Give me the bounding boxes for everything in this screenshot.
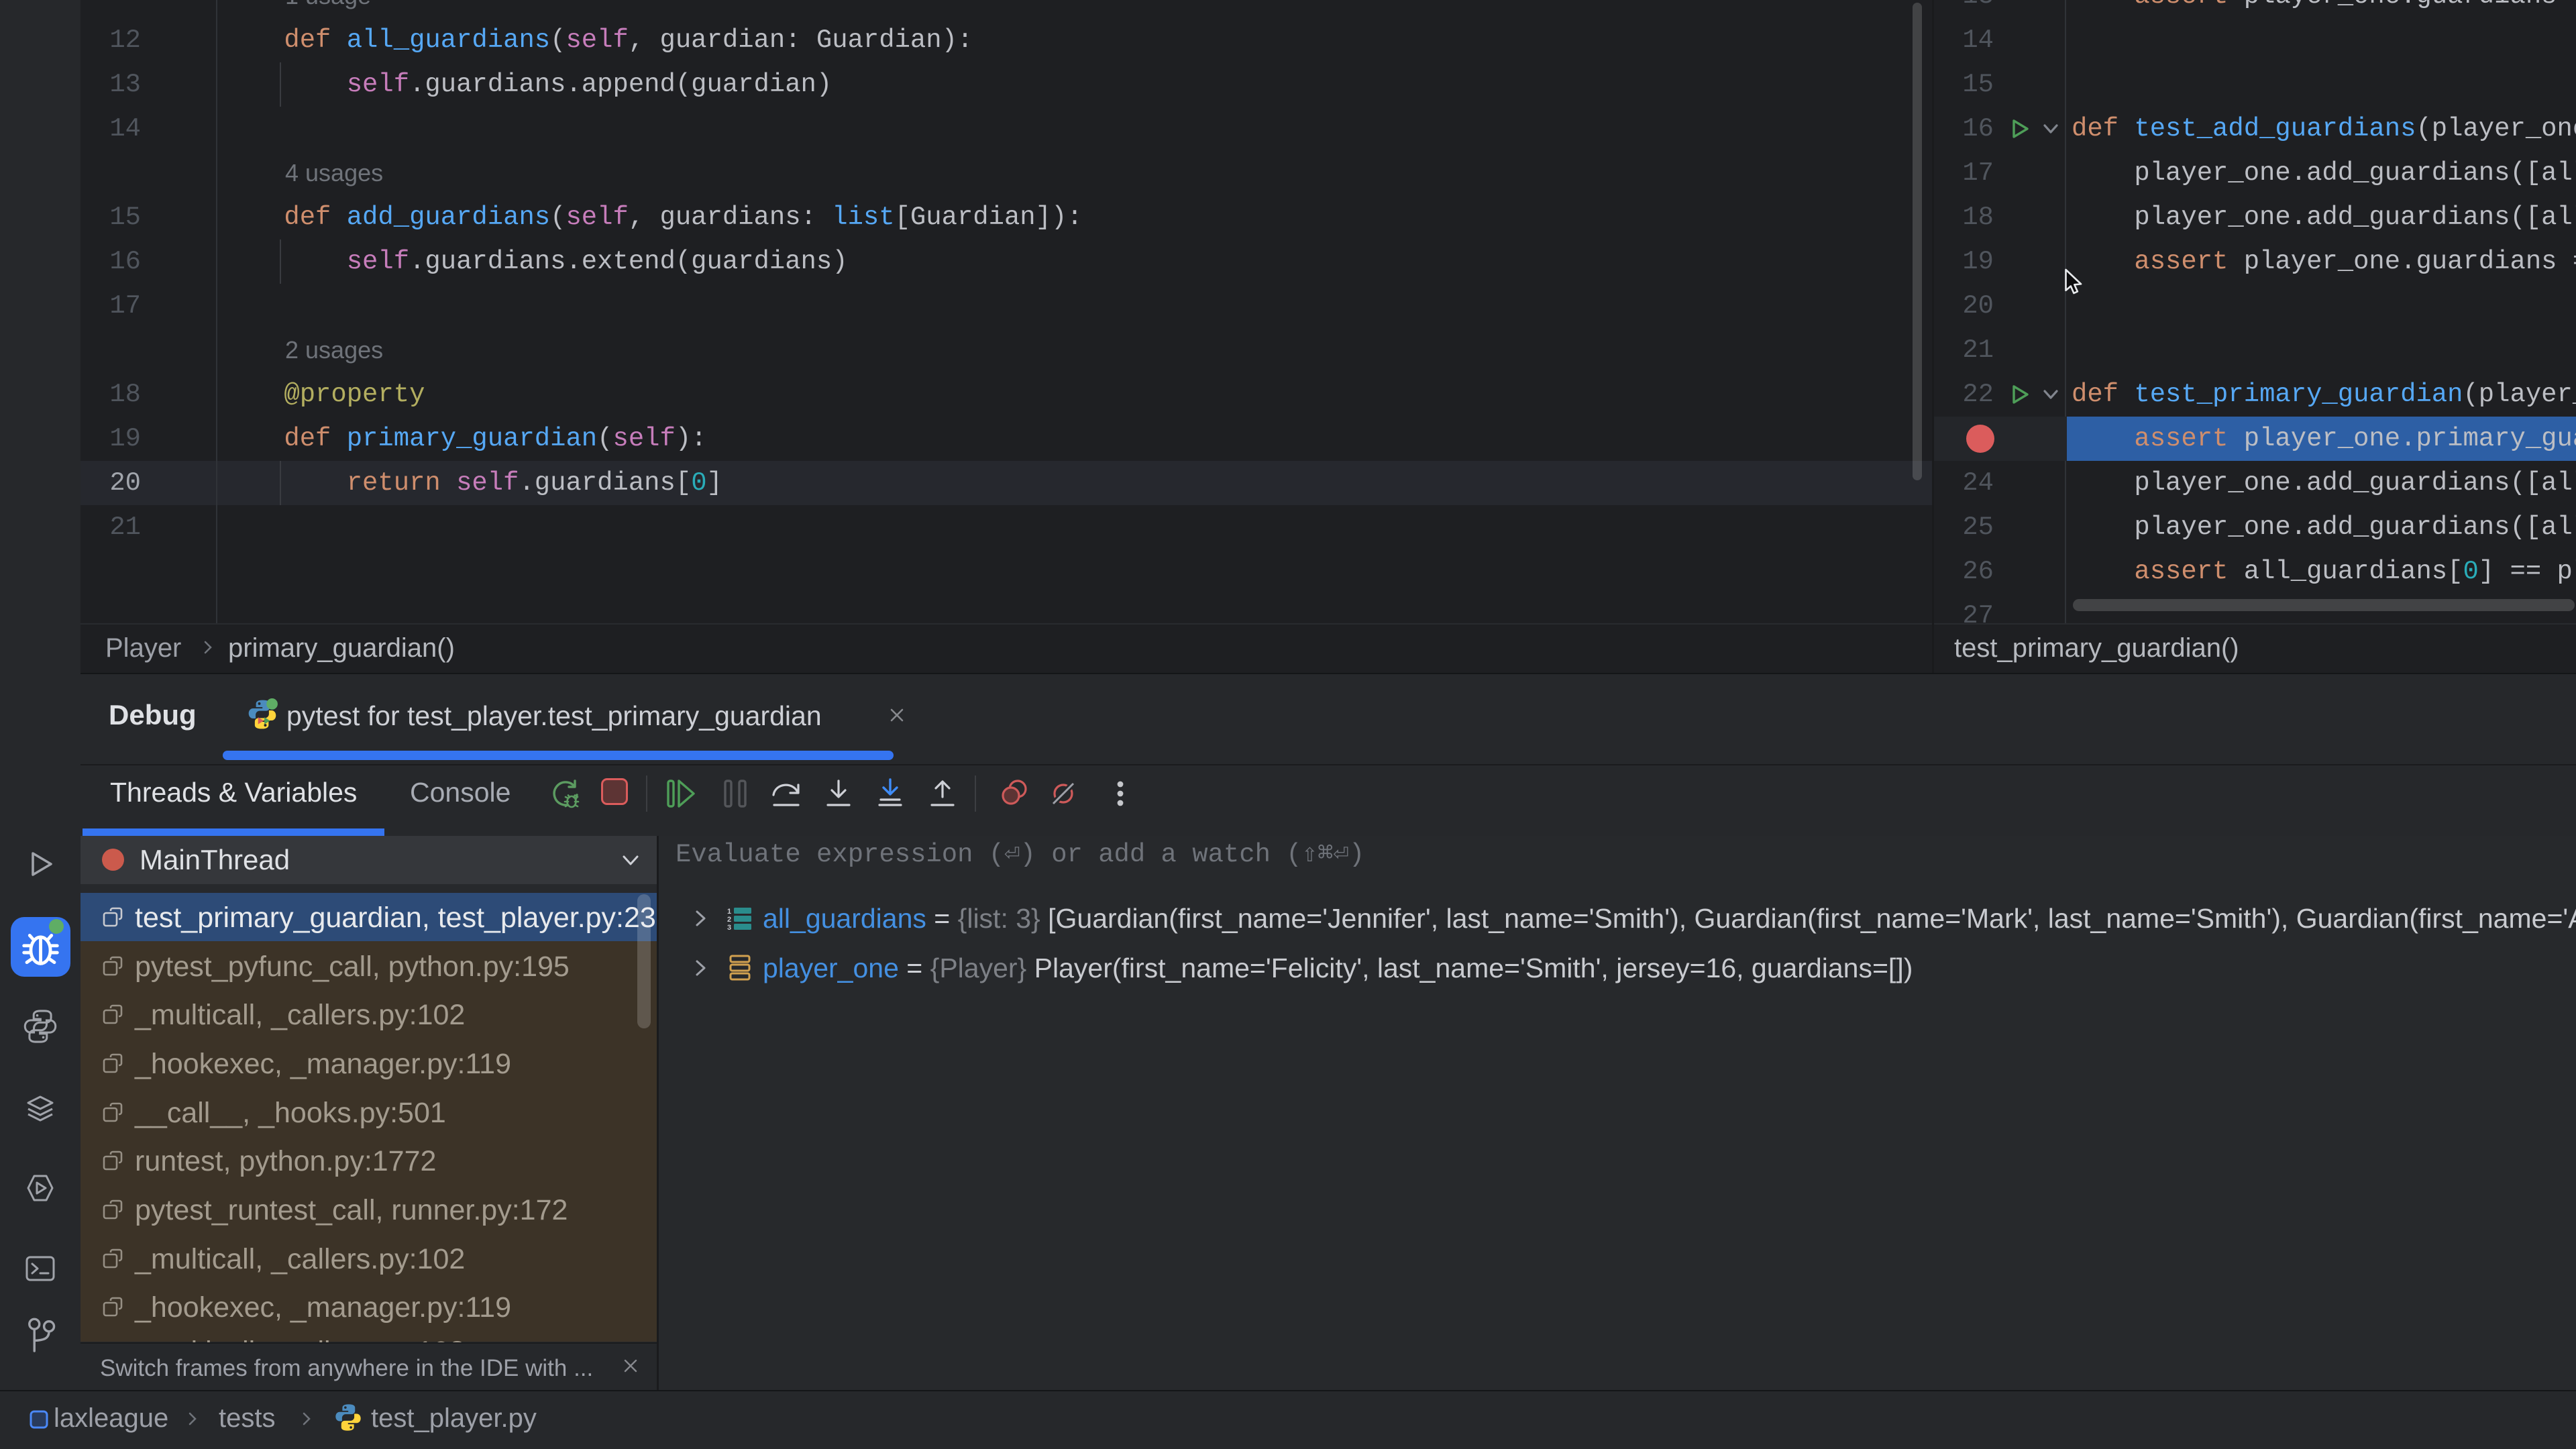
svg-text:1: 1 [727,908,731,916]
svg-text:2: 2 [727,916,731,924]
svg-text:3: 3 [727,924,731,932]
